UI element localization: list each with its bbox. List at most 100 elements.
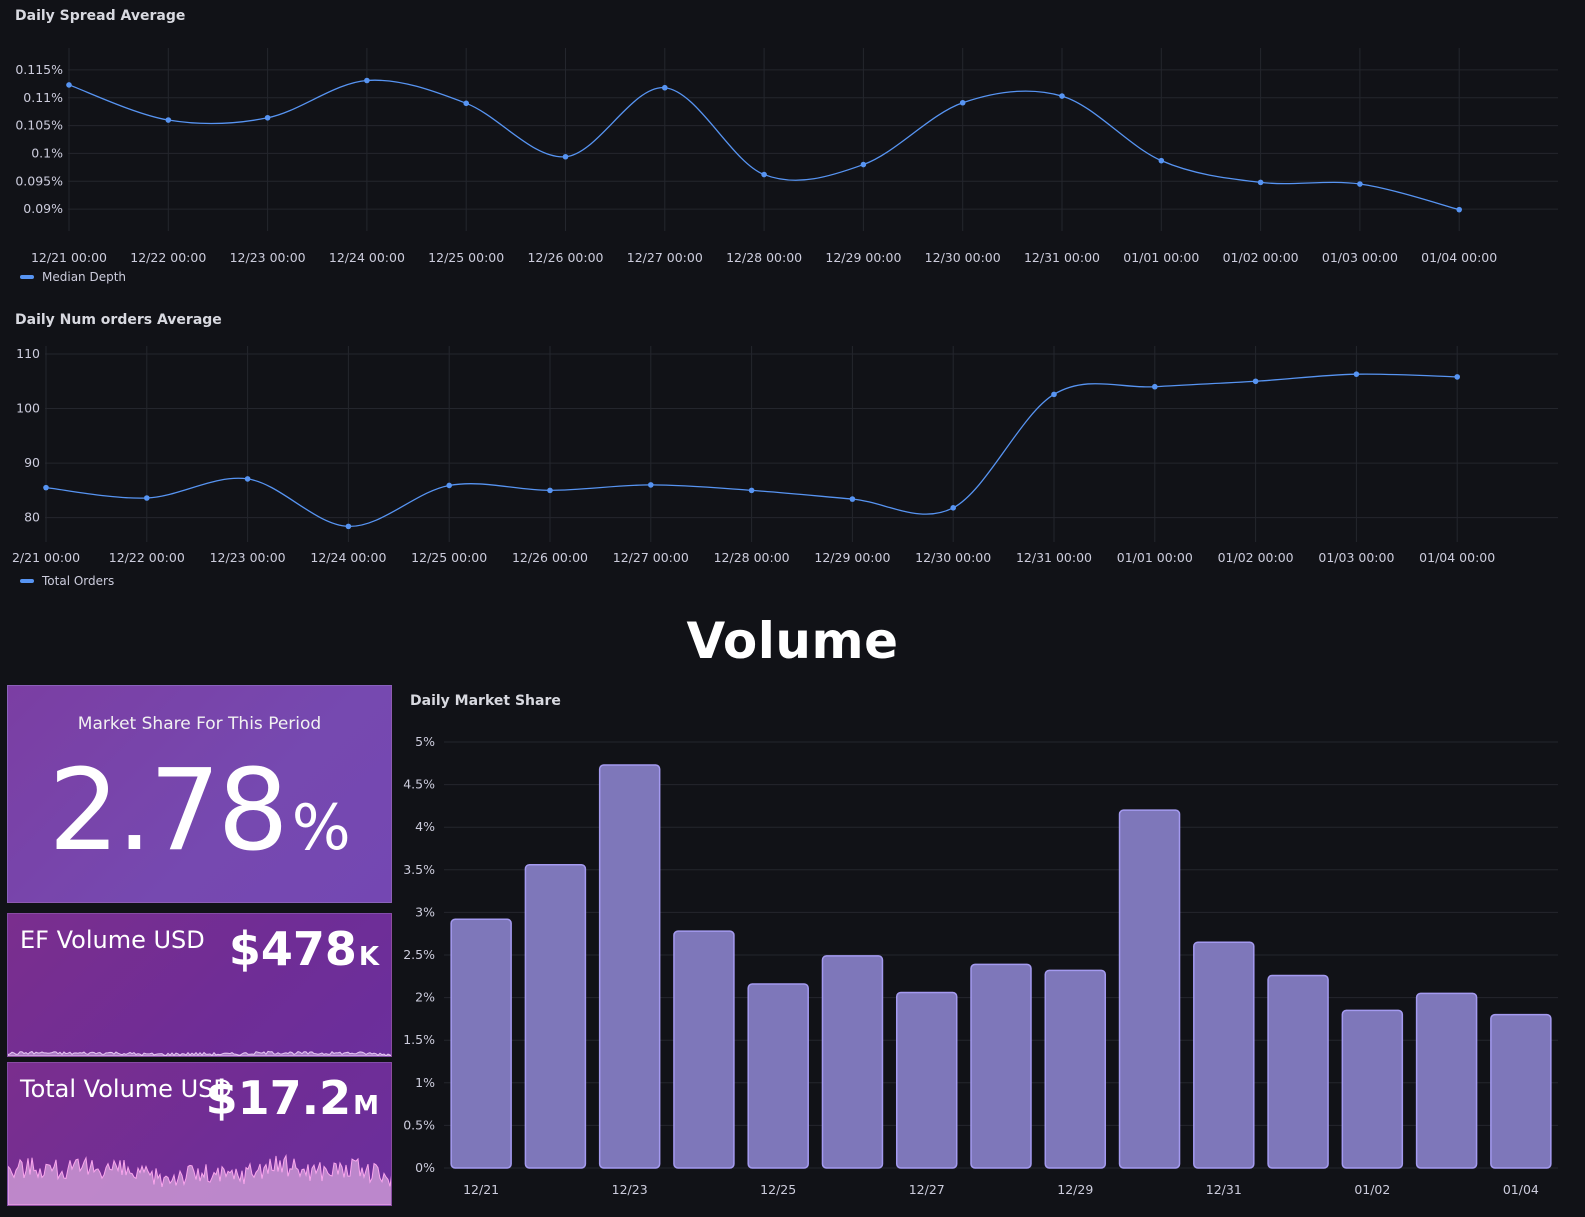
data-point <box>1158 157 1165 164</box>
x-tick-label: 12/25 00:00 <box>428 250 504 265</box>
data-point <box>959 99 966 106</box>
y-tick-label: 3.5% <box>403 862 435 877</box>
x-tick-label: 01/01 00:00 <box>1123 250 1199 265</box>
y-tick-label: 100 <box>16 401 40 416</box>
x-tick-label: 12/23 00:00 <box>210 550 286 565</box>
market-share-stat[interactable]: Market Share For This Period 2.78% <box>7 685 392 903</box>
data-point <box>1051 391 1057 398</box>
y-tick-label: 90 <box>24 455 40 470</box>
y-tick-label: 0.11% <box>23 90 63 105</box>
x-tick-label: 12/21 <box>463 1182 499 1197</box>
total-volume-stat[interactable]: Total Volume USD $17.2M <box>7 1062 392 1206</box>
y-tick-label: 0.09% <box>23 201 63 216</box>
y-tick-label: 0.1% <box>31 145 63 160</box>
x-tick-label: 01/03 00:00 <box>1322 250 1398 265</box>
data-point <box>165 117 172 123</box>
spread-chart[interactable]: 0.09% 0.095% 0.1% 0.105% 0.11% 0.115% 12/21 00… <box>0 0 1585 295</box>
bar-12/31 <box>1193 941 1255 1169</box>
x-tick-label: 12/21 00:00 <box>31 250 107 265</box>
data-point <box>144 495 150 501</box>
bar-12/23 <box>598 764 661 1169</box>
data-point <box>1456 206 1462 213</box>
bar-12/29 <box>1044 969 1107 1169</box>
legend-swatch-icon <box>20 275 34 279</box>
x-tick-label: 12/31 00:00 <box>1016 550 1092 565</box>
x-tick-label: 12/31 00:00 <box>1024 250 1100 265</box>
data-point <box>648 482 654 488</box>
x-tick-label: 12/23 00:00 <box>230 250 306 265</box>
x-tick-label: 12/31 <box>1206 1182 1242 1197</box>
bar-12/27 <box>895 991 958 1169</box>
x-tick-label: 12/30 00:00 <box>915 550 991 565</box>
data-point <box>446 482 453 489</box>
x-tick-label: 01/02 00:00 <box>1223 250 1299 265</box>
x-tick-label: 12/25 00:00 <box>411 550 487 565</box>
y-tick-label: 0.095% <box>15 173 63 188</box>
y-tick-label: 2.5% <box>403 947 435 962</box>
x-tick-label: 12/23 <box>612 1182 648 1197</box>
ef-volume-stat[interactable]: EF Volume USD $478K <box>7 913 392 1057</box>
x-tick-label: 01/02 <box>1354 1182 1390 1197</box>
x-tick-label: 12/29 00:00 <box>814 550 890 565</box>
data-point <box>43 484 49 491</box>
bar-12/25 <box>747 983 809 1169</box>
data-point <box>345 523 352 530</box>
data-point <box>1454 374 1460 380</box>
data-point <box>849 496 856 502</box>
market-share-panel: Daily Market Share 0% 0.5% 1% 1.5% 2% 2.5% 3% 3… <box>400 685 1585 1217</box>
data-point <box>264 114 271 121</box>
data-point <box>66 82 72 88</box>
x-tick-label: 12/29 00:00 <box>825 250 901 265</box>
total-volume-stat-value: $17.2M <box>206 1071 379 1125</box>
data-point <box>950 505 956 511</box>
y-tick-label: 4.5% <box>403 777 435 792</box>
x-tick-label: 01/01 00:00 <box>1117 550 1193 565</box>
bar-12/30 <box>1118 809 1181 1169</box>
y-tick-label: 2% <box>415 990 435 1005</box>
y-tick-label: 4% <box>415 819 435 834</box>
orders-legend-label: Total Orders <box>42 574 115 588</box>
market-share-bar-chart[interactable]: 0% 0.5% 1% 1.5% 2% 2.5% 3% 3.5% 4% 4.5% 5% 12/21 12/… <box>400 685 1585 1217</box>
market-share-stat-value: 2.78% <box>8 746 391 876</box>
orders-chart[interactable]: 80 90 100 110 2/21 00:00 12/22 00:00 12/23 00:… <box>0 304 1585 599</box>
x-tick-label: 12/22 00:00 <box>109 550 185 565</box>
y-tick-label: 80 <box>24 510 40 525</box>
y-tick-label: 0.5% <box>403 1117 435 1132</box>
y-tick-label: 0.105% <box>15 118 63 133</box>
ef-volume-stat-label: EF Volume USD <box>20 926 205 954</box>
orders-legend[interactable]: Total Orders <box>20 574 114 588</box>
x-tick-label: 01/03 00:00 <box>1318 550 1394 565</box>
x-tick-label: 12/26 00:00 <box>512 550 588 565</box>
spread-legend[interactable]: Median Depth <box>20 270 126 284</box>
data-point <box>1059 93 1065 99</box>
x-tick-label: 12/30 00:00 <box>925 250 1001 265</box>
market-share-unit: % <box>291 791 351 864</box>
bar-01/02 <box>1341 1009 1404 1169</box>
data-point <box>364 77 370 84</box>
orders-panel: Daily Num orders Average 80 90 100 110 2/21 … <box>0 304 1585 599</box>
legend-swatch-icon <box>20 579 34 583</box>
x-tick-label: 12/22 00:00 <box>130 250 206 265</box>
data-point <box>562 153 569 160</box>
y-tick-label: 5% <box>415 734 435 749</box>
bar-12/26 <box>821 955 884 1169</box>
spread-legend-label: Median Depth <box>42 270 127 284</box>
data-point <box>1353 371 1360 377</box>
total-volume-sparkline <box>8 1154 391 1205</box>
x-tick-label: 2/21 00:00 <box>12 550 80 565</box>
x-tick-label: 12/29 <box>1057 1182 1093 1197</box>
bar-01/04 <box>1490 1013 1552 1169</box>
market-share-stat-label: Market Share For This Period <box>77 714 322 734</box>
x-tick-label: 12/24 00:00 <box>329 250 405 265</box>
total-volume-number: $17.2 <box>205 1071 352 1125</box>
y-tick-label: 1.5% <box>403 1032 435 1047</box>
bar-12/28 <box>970 963 1032 1169</box>
data-point <box>860 161 867 168</box>
data-point <box>761 171 767 178</box>
total-volume-stat-label: Total Volume USD <box>20 1075 232 1103</box>
y-tick-label: 3% <box>415 904 435 919</box>
data-point <box>1257 179 1264 186</box>
y-tick-label: 1% <box>415 1075 435 1090</box>
data-point <box>1252 378 1259 385</box>
data-point <box>662 84 668 91</box>
